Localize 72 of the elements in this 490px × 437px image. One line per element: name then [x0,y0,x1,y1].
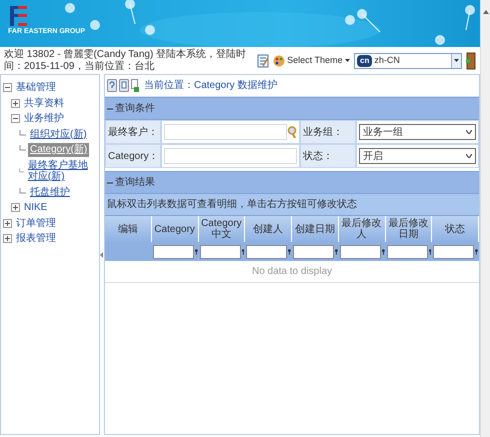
filter-pin-icon[interactable] [242,248,244,254]
expand-icon[interactable] [3,234,12,244]
tree-item[interactable]: 基础管理 [14,81,58,94]
export-icon[interactable] [131,79,139,92]
field-label: Category： [108,150,159,164]
section-title: 查询条件 [115,102,155,116]
welcome-text: 欢迎 13802 - 曾麗雯(Candy Tang) 登陆本系统，登陆时间：2015-11-09，当前位置：台北 [4,49,248,72]
flag-icon: cn [357,54,372,66]
note-text: 鼠标双击列表数据可查看明细，单击右方按钮可修改状态 [105,194,479,216]
column-header[interactable]: 最后修改人 [338,216,386,242]
search-icon[interactable] [287,126,297,138]
tree-item[interactable]: 业务维护 [22,112,66,126]
column-header[interactable]: 编辑 [105,216,152,242]
collapse-icon[interactable] [11,114,20,124]
filter-pin-icon[interactable] [335,248,338,254]
filter-field[interactable] [152,244,194,258]
collapse-arrow-icon[interactable] [100,252,104,258]
theme-menu[interactable]: Select Theme [272,54,350,68]
palette-icon [272,54,285,66]
breadcrumb-text: 当前位置：Category 数据维护 [144,78,278,93]
logo-icon [8,4,28,28]
filter-pin-icon[interactable] [428,248,432,254]
select-field[interactable]: 开启 [359,148,476,164]
column-header[interactable]: 状态 [432,216,479,242]
field-label: 最终客户： [108,126,158,140]
filter-pin-icon[interactable] [288,248,291,254]
expand-icon[interactable] [11,203,20,212]
tree-item[interactable]: 订单管理 [14,216,58,230]
filter-field[interactable] [433,244,474,258]
tree-item[interactable]: NIKE [22,201,50,214]
column-header[interactable]: 最后修改日期 [386,216,432,242]
column-header[interactable]: 创建人 [245,216,292,242]
filter-pin-icon[interactable] [475,248,478,254]
filter-field[interactable] [200,244,241,258]
scroll-up-icon[interactable] [482,10,488,14]
input-field[interactable] [164,148,297,164]
tree-item[interactable]: 最终客户基地对应(新) [26,158,97,184]
caret-icon [345,59,350,62]
field-label: 业务组： [303,126,343,140]
tree-item[interactable]: 报表管理 [14,232,58,246]
column-header[interactable]: 创建日期 [292,216,339,242]
field-label: 状态： [303,150,333,164]
help-icon[interactable] [107,79,117,92]
collapse-icon[interactable] [107,180,113,186]
column-header[interactable]: Category中文 [198,216,246,242]
filter-field[interactable] [340,244,381,258]
select-field[interactable]: 业务一组 [359,124,476,140]
collapse-icon[interactable] [3,83,12,92]
search-field[interactable] [164,124,287,140]
language-value: zh-CN [374,54,400,67]
notepad-icon[interactable] [256,54,269,68]
empty-message: No data to display [105,261,479,283]
exit-door-icon[interactable] [466,52,476,70]
filter-pin-icon[interactable] [382,248,384,254]
document-icon[interactable] [119,79,129,92]
filter-pin-icon[interactable] [194,248,198,254]
expand-icon[interactable] [11,98,20,108]
filter-field[interactable] [386,244,428,258]
scrollbar[interactable] [480,0,490,437]
column-header[interactable]: Category [152,216,198,242]
chevron-down-icon [466,130,472,134]
filter-field[interactable] [293,244,334,258]
chevron-down-icon [466,154,472,158]
expand-icon[interactable] [3,218,12,228]
tree-item[interactable]: 托盘维护 [28,186,72,199]
tree-item[interactable]: 共享资料 [22,96,66,110]
dropdown-arrow-icon [454,59,459,62]
tree-item[interactable]: 组织对应(新) [28,128,89,141]
filter-field[interactable] [246,244,288,258]
collapse-icon[interactable] [107,106,113,112]
language-select[interactable]: cn zh-CN [354,52,462,68]
section-title: 查询结果 [115,176,155,190]
